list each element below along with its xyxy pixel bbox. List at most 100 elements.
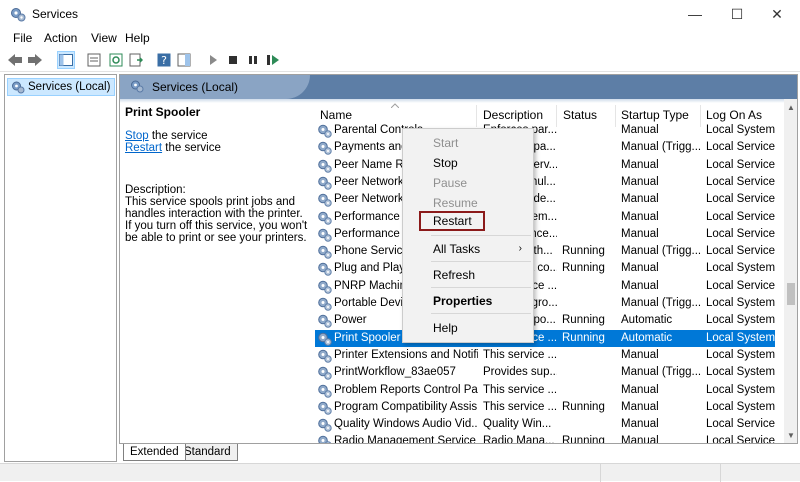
- column-header-log-on-as[interactable]: Log On As: [706, 108, 762, 122]
- service-gear-icon: [317, 279, 332, 294]
- service-logon-cell: Local Service: [706, 418, 775, 431]
- table-row[interactable]: Program Compatibility Assis... This servi…: [315, 399, 775, 416]
- tab-standard[interactable]: Standard: [177, 444, 238, 461]
- tree-item-services-local[interactable]: Services (Local): [7, 78, 115, 96]
- context-menu-all-tasks[interactable]: All Tasks ›: [405, 239, 532, 259]
- description-label: Description:: [125, 184, 186, 196]
- table-row[interactable]: Performance Logs & Aler...Performance...…: [315, 226, 775, 243]
- table-row[interactable]: Peer Name Resolution Pr...Enables serv..…: [315, 157, 775, 174]
- service-startup-cell: Manual: [621, 193, 659, 206]
- submenu-arrow-icon: ›: [518, 243, 522, 254]
- service-gear-icon: [317, 348, 332, 363]
- table-row[interactable]: Peer Networking Groupi...Enables mul...M…: [315, 174, 775, 191]
- service-name-cell: Quality Windows Audio Vid...: [334, 418, 478, 431]
- refresh-icon[interactable]: [107, 51, 125, 69]
- stop-service-link[interactable]: Stop: [125, 130, 149, 142]
- table-row[interactable]: Peer Networking Identity...Provides ide.…: [315, 191, 775, 208]
- table-row[interactable]: Payments and NFC/SE Ma...Manages pa...Ma…: [315, 139, 775, 156]
- context-menu-stop[interactable]: Stop: [405, 153, 532, 173]
- column-header-description[interactable]: Description: [483, 108, 543, 122]
- back-icon[interactable]: [6, 51, 24, 69]
- tree-item-label: Services (Local): [28, 81, 111, 93]
- context-menu-start[interactable]: Start: [405, 133, 532, 153]
- service-gear-icon: [317, 192, 332, 207]
- scroll-down-icon[interactable]: ▼: [784, 429, 797, 443]
- service-logon-cell: Local System: [706, 366, 775, 379]
- service-gear-icon: [317, 417, 332, 432]
- table-row[interactable]: Problem Reports Control Pa... This servic…: [315, 382, 775, 399]
- service-description-cell: Radio Mana...: [483, 435, 555, 444]
- menu-help[interactable]: Help: [125, 31, 150, 45]
- service-gear-icon: [317, 261, 332, 277]
- service-startup-cell: Manual: [621, 210, 659, 223]
- context-menu-restart[interactable]: Restart: [419, 211, 485, 231]
- table-row[interactable]: PowerManages po...RunningAutomaticLocal …: [315, 312, 775, 329]
- title-bar: Services — ☐ ✕: [0, 0, 800, 28]
- table-row[interactable]: Plug and PlayEnables a co...RunningManua…: [315, 260, 775, 277]
- tab-extended[interactable]: Extended: [123, 444, 186, 461]
- close-button[interactable]: ✕: [754, 0, 800, 28]
- service-logon-cell: Local System: [706, 297, 775, 309]
- content-header-title: Services (Local): [152, 80, 239, 94]
- start-service-icon[interactable]: [204, 51, 222, 69]
- context-menu-pause[interactable]: Pause: [405, 173, 532, 193]
- column-header-name[interactable]: Name: [320, 108, 352, 122]
- scroll-up-icon[interactable]: ▲: [784, 101, 797, 115]
- service-startup-cell: Manual (Trigg...: [621, 141, 702, 154]
- service-description-cell: This service ...: [483, 383, 557, 396]
- stop-service-icon[interactable]: [224, 51, 242, 69]
- menu-action[interactable]: Action: [44, 31, 77, 45]
- service-startup-cell: Manual: [621, 435, 659, 444]
- minimize-button[interactable]: —: [672, 0, 718, 28]
- column-header-startup-type[interactable]: Startup Type: [621, 108, 689, 122]
- context-menu-properties[interactable]: Properties: [405, 291, 532, 311]
- service-startup-cell: Manual: [621, 348, 659, 361]
- service-description-cell: This service ...: [483, 348, 557, 361]
- service-startup-cell: Manual: [621, 124, 659, 136]
- table-row[interactable]: Printer Extensions and Notifi... This ser…: [315, 347, 775, 364]
- description-text: handles interaction with the printer.: [125, 208, 303, 220]
- properties-sheet-icon[interactable]: [85, 51, 103, 69]
- svg-text:?: ?: [161, 54, 167, 67]
- console-tree-icon[interactable]: [57, 51, 75, 69]
- help-icon[interactable]: ?: [155, 51, 173, 69]
- menu-file[interactable]: File: [13, 31, 32, 45]
- table-row[interactable]: Performance Counter DL...Enables rem...M…: [315, 209, 775, 226]
- context-menu-resume[interactable]: Resume: [405, 193, 532, 213]
- vertical-scrollbar[interactable]: ▲ ▼: [784, 99, 797, 443]
- service-gear-icon: [317, 365, 332, 380]
- table-row[interactable]: Parental ControlsEnforces par...ManualLo…: [315, 122, 775, 139]
- table-row[interactable]: Portable Device Enumera...Enforces gro..…: [315, 295, 775, 312]
- pause-service-icon[interactable]: [244, 51, 262, 69]
- description-text: If you turn off this service, you won't: [125, 220, 308, 232]
- service-gear-icon: [317, 227, 332, 242]
- context-menu-refresh[interactable]: Refresh: [405, 265, 532, 285]
- table-row[interactable]: Phone ServiceManages th...RunningManual …: [315, 243, 775, 260]
- column-header-status[interactable]: Status: [563, 108, 597, 122]
- table-row[interactable]: Print SpoolerThis service ...RunningAuto…: [315, 329, 775, 347]
- table-row[interactable]: PrintWorkflow_83ae057 Provides sup... Manu…: [315, 364, 775, 381]
- show-hide-action-pane-icon[interactable]: [175, 51, 193, 69]
- restart-service-icon[interactable]: [264, 51, 282, 69]
- forward-icon[interactable]: [26, 51, 44, 69]
- service-startup-cell: Manual: [621, 400, 659, 413]
- restart-service-link[interactable]: Restart: [125, 142, 162, 154]
- service-gear-icon: [317, 158, 332, 173]
- scrollbar-thumb[interactable]: [787, 283, 795, 305]
- table-row[interactable]: PNRP Machine Name Pub...This service ...…: [315, 278, 775, 295]
- table-row[interactable]: Quality Windows Audio Vid... Quality Win.…: [315, 416, 775, 433]
- service-gear-icon: [317, 331, 332, 346]
- content-header: Services (Local): [120, 75, 797, 99]
- service-startup-cell: Manual: [621, 279, 659, 292]
- export-list-icon[interactable]: [127, 51, 145, 69]
- service-startup-cell: Manual: [621, 158, 659, 171]
- service-logon-cell: Local Service: [706, 141, 775, 154]
- context-menu-help[interactable]: Help: [405, 318, 532, 338]
- service-status-cell: Running: [562, 400, 605, 413]
- menu-view[interactable]: View: [91, 31, 117, 45]
- table-row[interactable]: Radio Management Service Radio Mana... Run…: [315, 433, 775, 444]
- service-status-cell: Running: [562, 435, 605, 444]
- service-gear-icon: [317, 123, 332, 138]
- service-gear-icon: [317, 313, 332, 328]
- menu-bar: File Action View Help: [0, 28, 800, 48]
